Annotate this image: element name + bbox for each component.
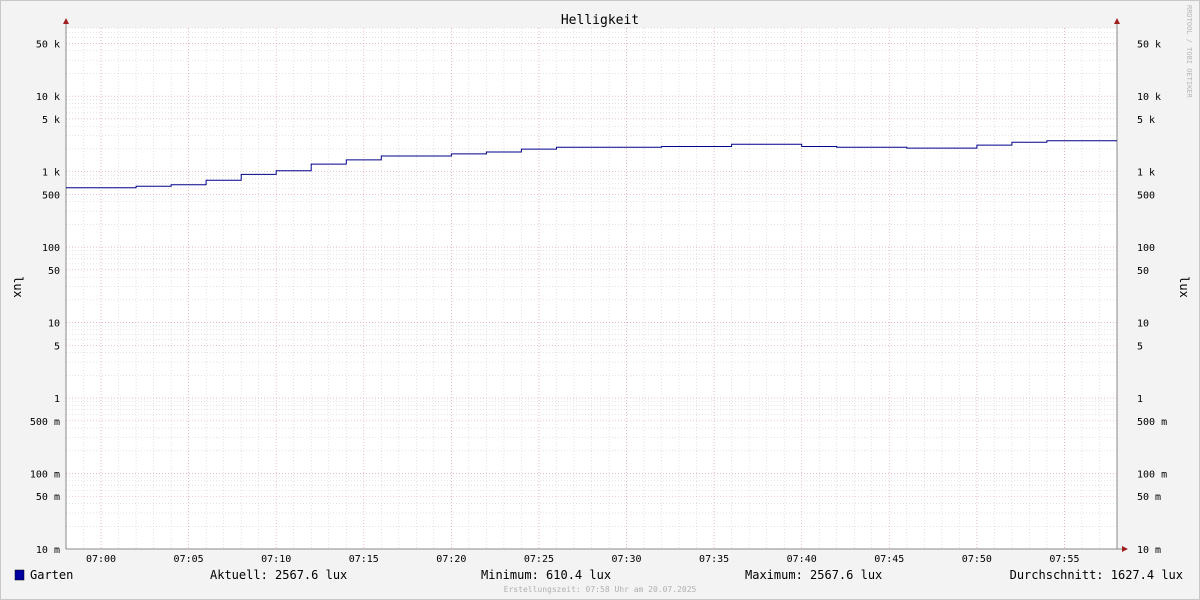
x-tick-label: 07:25 — [524, 554, 554, 565]
legend-average: Durchschnitt: 1627.4 lux — [1010, 568, 1183, 582]
y-tick-label-left: 5 — [54, 341, 60, 352]
y-tick-label-left: 500 m — [30, 417, 60, 428]
y-tick-label-left: 50 m — [36, 492, 60, 503]
footer-timestamp: Erstellungszeit: 07:58 Uhr am 20.07.2025 — [504, 585, 697, 594]
y-tick-label-right: 50 k — [1137, 39, 1161, 50]
y-tick-label-left: 50 k — [36, 39, 60, 50]
y-tick-label-right: 50 m — [1137, 492, 1161, 503]
y-tick-label-left: 500 — [42, 190, 60, 201]
y-axis-label-left: lux — [11, 276, 25, 298]
chart: 50 k 50 k10 k 10 k5 k5 k1 k1 k500 500100 100… — [0, 0, 1200, 600]
y-tick-label-right: 100 — [1137, 243, 1155, 254]
y-tick-label-right: 100 m — [1137, 470, 1167, 481]
y-axis-label-right: lux — [1177, 276, 1191, 298]
x-tick-label: 07:05 — [174, 554, 204, 565]
y-tick-label-right: 10 k — [1137, 92, 1161, 103]
x-tick-label: 07:40 — [787, 554, 817, 565]
y-tick-label-right: 500 — [1137, 190, 1155, 201]
x-tick-label: 07:55 — [1049, 554, 1079, 565]
x-tick-label: 07:10 — [261, 554, 291, 565]
y-tick-label-left: 5 k — [42, 115, 60, 126]
y-tick-label-left: 1 k — [42, 168, 60, 179]
y-tick-label-right: 1 k — [1137, 168, 1155, 179]
y-tick-label-right: 10 — [1137, 319, 1149, 330]
y-tick-label-right: 5 — [1137, 341, 1143, 352]
y-tick-label-left: 10 — [48, 319, 60, 330]
legend-current: Aktuell: 2567.6 lux — [210, 568, 347, 582]
y-tick-label-left: 100 m — [30, 470, 60, 481]
y-tick-label-left: 100 — [42, 243, 60, 254]
y-tick-label-left: 1 — [54, 394, 60, 405]
legend-series-name: Garten — [30, 568, 73, 582]
y-tick-label-left: 10 k — [36, 92, 60, 103]
x-tick-label: 07:00 — [86, 554, 116, 565]
x-tick-label: 07:50 — [962, 554, 992, 565]
x-tick-label: 07:35 — [699, 554, 729, 565]
x-tick-label: 07:30 — [611, 554, 641, 565]
x-tick-label: 07:20 — [436, 554, 466, 565]
y-tick-label-right: 50 — [1137, 266, 1149, 277]
y-tick-label-right: 1 — [1137, 394, 1143, 405]
chart-title: Helligkeit — [561, 13, 639, 28]
y-tick-label-right: 5 k — [1137, 115, 1155, 126]
y-tick-label-left: 10 m — [36, 545, 60, 556]
x-tick-label: 07:45 — [874, 554, 904, 565]
legend-swatch — [14, 569, 25, 581]
y-tick-label-right: 500 m — [1137, 417, 1167, 428]
y-tick-label-right: 10 m — [1137, 545, 1161, 556]
y-tick-label-left: 50 — [48, 266, 60, 277]
watermark: RRDTOOL / TOBI OETIKER — [1185, 5, 1193, 99]
legend-maximum: Maximum: 2567.6 lux — [745, 568, 882, 582]
legend-minimum: Minimum: 610.4 lux — [481, 568, 611, 582]
x-tick-label: 07:15 — [349, 554, 379, 565]
